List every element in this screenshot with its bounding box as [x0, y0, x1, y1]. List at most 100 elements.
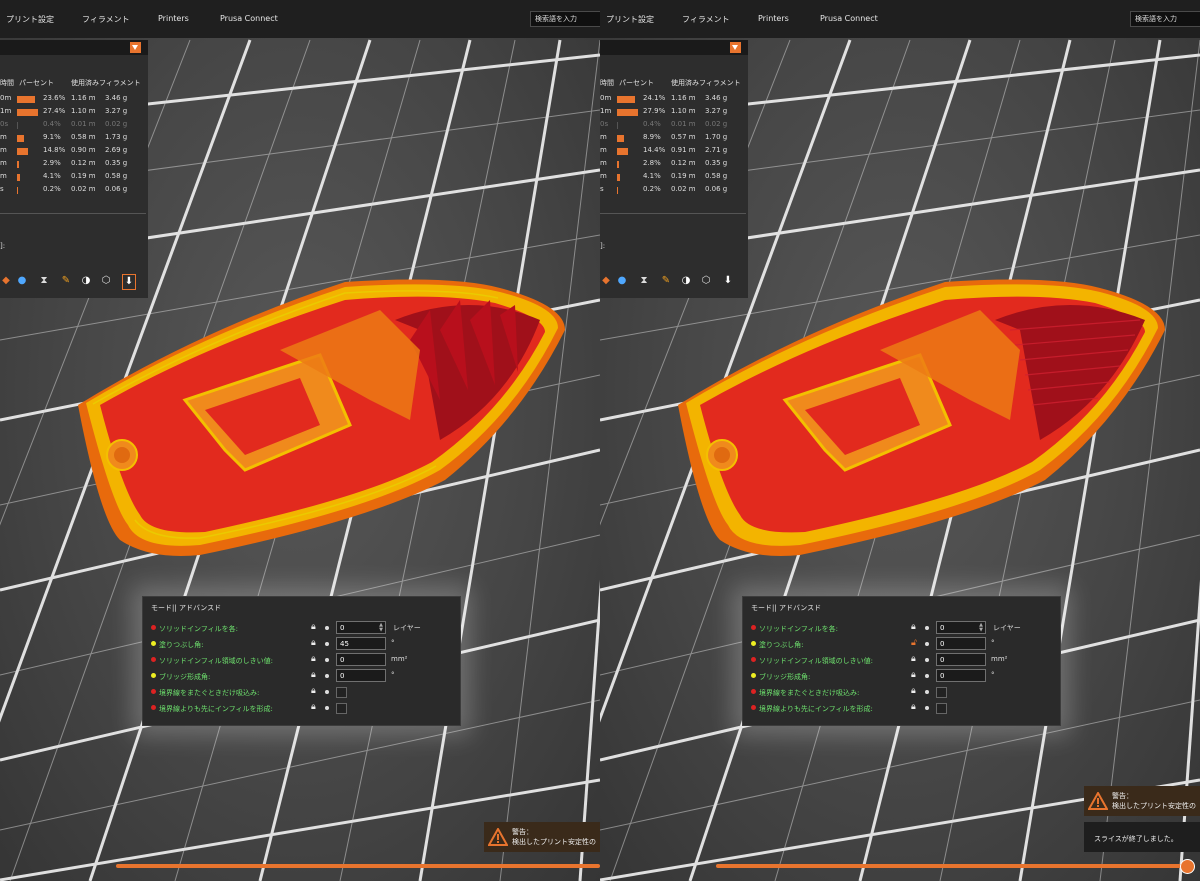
warning-title: 警告： — [1112, 792, 1133, 800]
export-icon[interactable]: ⬇ — [122, 274, 136, 290]
mode-dot-icon — [151, 657, 156, 662]
tab-print-settings[interactable]: プリント設定 — [6, 14, 54, 25]
setting-unit: mm² — [991, 655, 1008, 663]
stat-percent: 23.6% — [43, 94, 66, 102]
dropdown-button[interactable] — [730, 42, 741, 53]
stat-percent: 9.1% — [43, 133, 61, 141]
header-filament: 使用済みフィラメント — [71, 79, 141, 87]
tab-printers[interactable]: Printers — [158, 14, 189, 23]
tab-filament[interactable]: フィラメント — [82, 14, 130, 25]
horizontal-slider-track[interactable] — [716, 864, 1186, 868]
spinner-arrows-icon[interactable]: ▲ ▼ — [979, 623, 983, 633]
palette-icon[interactable]: ● — [16, 274, 28, 288]
setting-value: 0 — [940, 672, 945, 680]
horizontal-slider-track[interactable] — [116, 864, 600, 868]
lock-icon[interactable]: 🔒︎ — [911, 670, 921, 682]
lock-icon[interactable]: 🔒︎ — [311, 638, 321, 650]
lock-icon[interactable]: 🔒︎ — [311, 654, 321, 666]
lock-icon[interactable]: 🔒︎ — [311, 686, 321, 698]
stat-percent: 2.9% — [43, 159, 61, 167]
setting-checkbox[interactable] — [336, 687, 347, 698]
stat-weight: 0.58 g — [705, 172, 728, 180]
setting-input[interactable]: 45 — [336, 637, 386, 650]
stat-percent: 14.4% — [643, 146, 666, 154]
setting-input[interactable]: 0 ▲ ▼ — [936, 621, 986, 634]
mode-dot-icon — [151, 673, 156, 678]
warning-notification[interactable]: 警告： 検出したプリント安定性の — [1084, 786, 1200, 816]
stat-bar — [17, 148, 29, 155]
mode-dot-icon — [751, 689, 756, 694]
brush-icon[interactable]: ✎ — [660, 274, 672, 288]
cube-icon[interactable]: ⬡ — [700, 274, 712, 288]
legend-stats-panel: 時間 パーセント 使用済みフィラメント 0m 24.1% 1.16 m 3.46 g 1… — [600, 40, 748, 298]
stat-time: m — [0, 146, 7, 154]
lock-icon[interactable]: 🔒︎ — [911, 702, 921, 714]
setting-checkbox[interactable] — [936, 703, 947, 714]
bullet-icon — [325, 706, 329, 710]
setting-input[interactable]: 0 — [336, 653, 386, 666]
setting-label: 境界線よりも先にインフィルを形成: — [159, 705, 273, 713]
tab-print-settings[interactable]: プリント設定 — [606, 14, 654, 25]
left-viewport[interactable]: プリント設定 フィラメント Printers Prusa Connect 検索語… — [0, 0, 600, 881]
setting-input[interactable]: 0 — [336, 669, 386, 682]
setting-unit: レイヤー — [993, 624, 1021, 632]
tab-prusa-connect[interactable]: Prusa Connect — [820, 14, 878, 23]
setting-checkbox[interactable] — [336, 703, 347, 714]
lock-icon[interactable]: 🔒︎ — [311, 702, 321, 714]
lock-icon[interactable]: 🔒︎ — [311, 622, 321, 634]
stat-percent: 4.1% — [643, 172, 661, 180]
color-print-icon[interactable]: ◆ — [0, 274, 12, 288]
palette-icon[interactable]: ● — [616, 274, 628, 288]
stat-percent: 0.4% — [43, 120, 61, 128]
seam-icon[interactable]: ◑ — [80, 274, 92, 288]
lock-icon[interactable]: 🔒︎ — [911, 622, 921, 634]
bullet-icon — [925, 674, 929, 678]
stat-percent: 4.1% — [43, 172, 61, 180]
stat-weight: 1.73 g — [105, 133, 128, 141]
stat-time: m — [600, 159, 607, 167]
color-print-icon[interactable]: ◆ — [600, 274, 612, 288]
setting-input[interactable]: 0 — [936, 653, 986, 666]
tab-filament[interactable]: フィラメント — [682, 14, 730, 25]
setting-value: 0 — [940, 624, 945, 632]
warning-notification[interactable]: 警告： 検出したプリント安定性の — [484, 822, 600, 852]
spinner-arrows-icon[interactable]: ▲ ▼ — [379, 623, 383, 633]
bullet-icon — [325, 690, 329, 694]
warning-text: 検出したプリント安定性の — [512, 838, 596, 846]
setting-input[interactable]: 0 ▲ ▼ — [336, 621, 386, 634]
stat-weight: 3.46 g — [705, 94, 728, 102]
dropdown-button[interactable] — [130, 42, 141, 53]
horizontal-slider-handle[interactable] — [1180, 859, 1195, 874]
lock-icon[interactable]: 🔒︎ — [911, 686, 921, 698]
stat-length: 0.02 m — [671, 185, 696, 193]
view-toolbar: ◆ ● ⧗ ✎ ◑ ⬡ ⬇ — [0, 274, 148, 290]
stat-length: 0.12 m — [71, 159, 96, 167]
stat-percent: 0.4% — [643, 120, 661, 128]
hourglass-icon[interactable]: ⧗ — [638, 274, 650, 288]
stat-time: s — [0, 185, 4, 193]
lock-icon[interactable]: 🔒︎ — [311, 670, 321, 682]
setting-checkbox[interactable] — [936, 687, 947, 698]
mode-dot-icon — [751, 673, 756, 678]
lock-icon[interactable]: 🔒︎ — [911, 654, 921, 666]
export-icon[interactable]: ⬇ — [722, 274, 734, 288]
setting-label: 境界線をまたぐときだけ吸込み: — [759, 689, 860, 697]
setting-label: 塗りつぶし角: — [759, 641, 804, 649]
brush-icon[interactable]: ✎ — [60, 274, 72, 288]
tab-printers[interactable]: Printers — [758, 14, 789, 23]
setting-input[interactable]: 0 — [936, 637, 986, 650]
tab-prusa-connect[interactable]: Prusa Connect — [220, 14, 278, 23]
search-input[interactable]: 検索語を入力 — [1130, 11, 1200, 27]
stat-weight: 0.06 g — [705, 185, 728, 193]
hourglass-icon[interactable]: ⧗ — [38, 274, 50, 288]
stat-bar — [617, 96, 636, 103]
seam-icon[interactable]: ◑ — [680, 274, 692, 288]
setting-input[interactable]: 0 — [936, 669, 986, 682]
stat-length: 0.90 m — [71, 146, 96, 154]
search-input[interactable]: 検索語を入力 — [530, 11, 600, 27]
right-viewport[interactable]: プリント設定 フィラメント Printers Prusa Connect 検索語… — [600, 0, 1200, 881]
stat-bar — [17, 174, 21, 181]
unlocked-reset-icon[interactable]: 🔓︎ — [911, 638, 921, 650]
bullet-icon — [325, 626, 329, 630]
cube-icon[interactable]: ⬡ — [100, 274, 112, 288]
